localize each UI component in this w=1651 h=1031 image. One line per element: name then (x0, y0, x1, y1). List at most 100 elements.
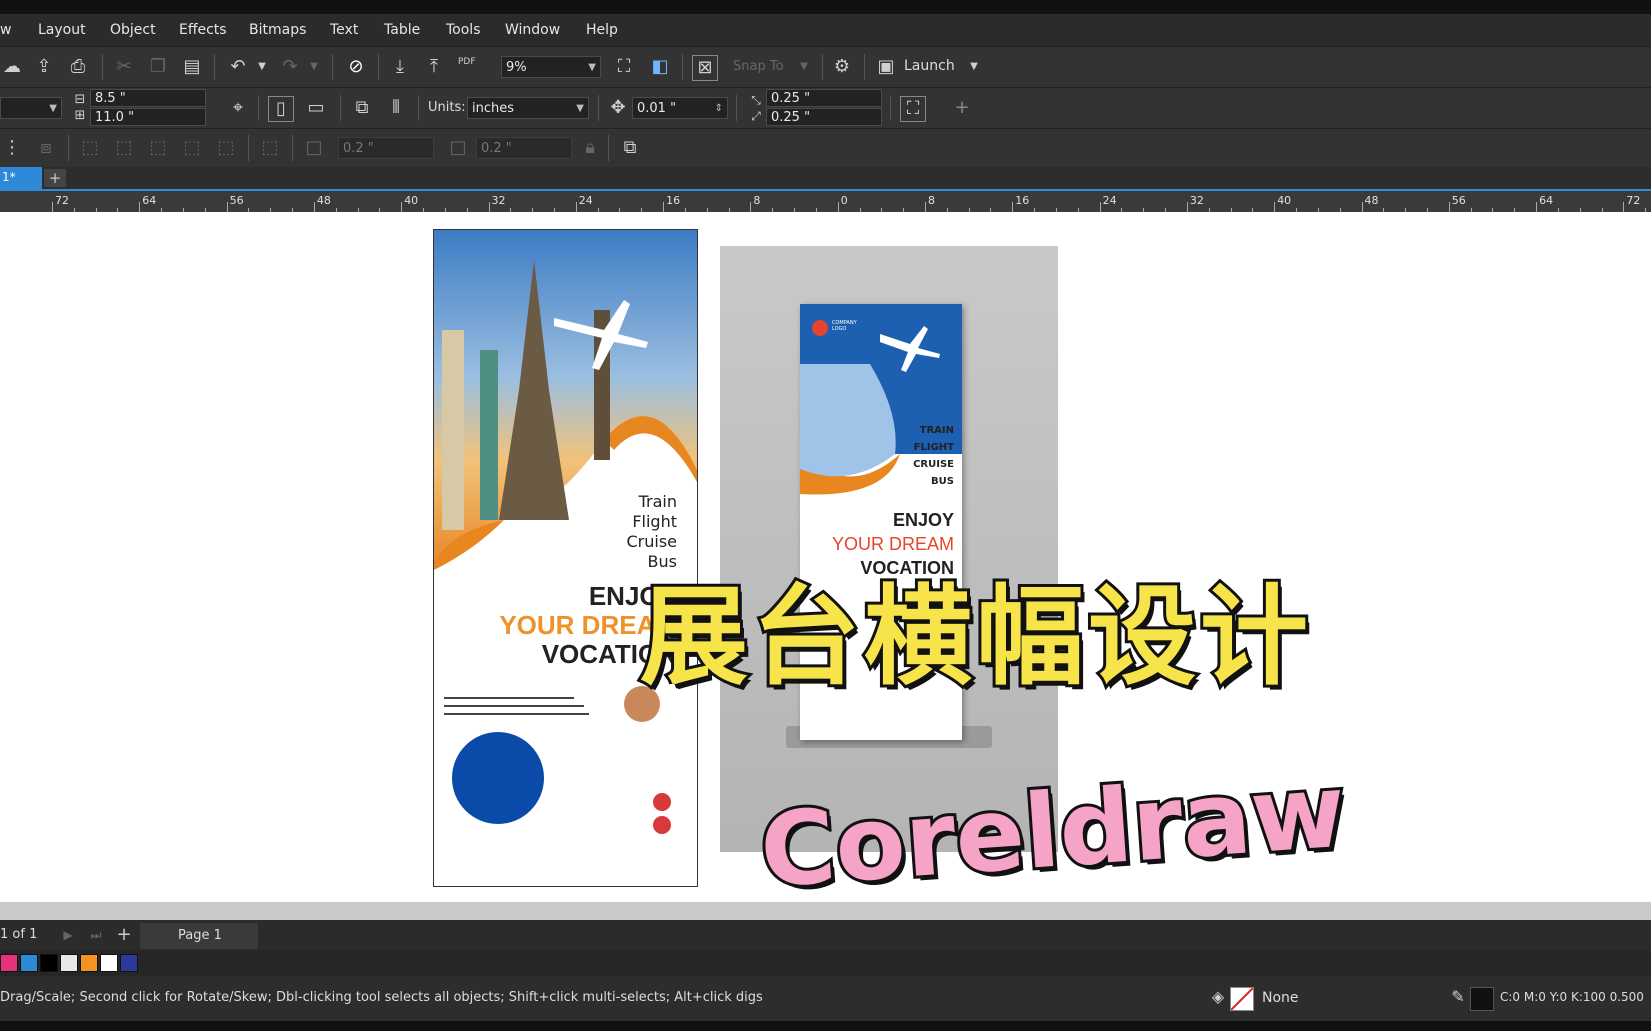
menu-view[interactable]: w (0, 22, 11, 38)
intersect-icon[interactable]: ⬚ (146, 136, 170, 160)
snap-to-dropdown[interactable]: Snap To (733, 59, 784, 74)
separator (68, 135, 69, 161)
corner-radius-field-b[interactable]: 0.2 " (476, 137, 572, 159)
corner-radius-field-a[interactable]: 0.2 " (338, 137, 434, 159)
publish-pdf-icon[interactable]: PDF (458, 57, 476, 67)
menu-tools[interactable]: Tools (446, 22, 481, 38)
window-top-strip (0, 0, 1651, 14)
undo-icon[interactable]: ↶ (226, 55, 250, 79)
ruler-label: 64 (1539, 194, 1554, 207)
pen-outline-icon[interactable]: ✎ (1446, 985, 1470, 1009)
palette-swatch[interactable] (40, 954, 58, 972)
horizontal-ruler[interactable]: 72 64 56 48 40 32 24 16 8 0 8 16 24 32 40 48 56 64 72 (0, 189, 1651, 214)
banner-services-list: TRAIN FLIGHT CRUISE BUS (913, 422, 954, 490)
palette-swatch[interactable] (80, 954, 98, 972)
duplicate-distance-x-field[interactable]: 0.25 " (766, 89, 882, 107)
separator (598, 95, 599, 121)
menu-text[interactable]: Text (330, 22, 358, 38)
corner-icon[interactable]: □ (302, 136, 326, 160)
palette-swatch[interactable] (0, 954, 18, 972)
chevron-down-icon: ▼ (588, 62, 596, 73)
weld-icon[interactable]: ⬚ (78, 136, 102, 160)
banner-headline-enjoy: ENJOY (892, 510, 954, 530)
redo-dropdown-icon[interactable]: ▼ (302, 55, 326, 79)
cloud-upload-icon[interactable]: ⇪ (32, 55, 56, 79)
ruler-label: 40 (404, 194, 419, 207)
ruler-label: 56 (1451, 194, 1466, 207)
zoom-to-page-icon[interactable]: ⛶ (612, 55, 636, 79)
outline-color-swatch[interactable] (1470, 987, 1494, 1011)
cut-icon[interactable]: ✂ (112, 55, 136, 79)
menu-help[interactable]: Help (586, 22, 618, 38)
menu-layout[interactable]: Layout (38, 22, 86, 38)
banner-service-flight: FLIGHT (913, 442, 954, 453)
current-page-icon[interactable]: ⧉ (350, 96, 374, 120)
paste-icon[interactable]: ▤ (180, 55, 204, 79)
palette-swatch[interactable] (60, 954, 78, 972)
launch-button[interactable]: Launch (904, 58, 955, 74)
page-size-dropdown[interactable]: ▼ (0, 97, 62, 119)
edit-object-icon[interactable]: ⧉ (618, 136, 642, 160)
page-height-field[interactable]: 11.0 " (90, 108, 206, 126)
show-rulers-icon[interactable]: ⊠ (692, 55, 718, 81)
separator (292, 135, 293, 161)
document-tab[interactable]: 1* (0, 167, 42, 189)
lock-icon[interactable]: 🔒︎ (578, 136, 602, 160)
align-icon[interactable]: ⬚ (258, 136, 282, 160)
new-tab-plus-icon[interactable]: + (44, 169, 66, 187)
last-page-icon[interactable]: ⏭ (84, 923, 108, 947)
trim-icon[interactable]: ⬚ (112, 136, 136, 160)
palette-swatch[interactable] (100, 954, 118, 972)
duplicate-distance-y-field[interactable]: 0.25 " (766, 108, 882, 126)
export-icon[interactable]: ⤒ (422, 55, 446, 79)
palette-swatch[interactable] (120, 954, 138, 972)
bleed-icon[interactable]: ⫴ (384, 96, 408, 120)
zoom-value: 9% (506, 60, 527, 75)
copy-icon[interactable]: ❐ (146, 55, 170, 79)
nudge-distance-field[interactable]: 0.01 " ⇕ (632, 97, 728, 119)
chevron-down-icon[interactable]: ▼ (792, 55, 816, 79)
front-minus-back-icon[interactable]: ⬚ (214, 136, 238, 160)
menu-window[interactable]: Window (505, 22, 560, 38)
full-screen-preview-icon[interactable]: ◧ (648, 55, 672, 79)
search-content-icon[interactable]: ⊘ (344, 55, 368, 79)
next-page-icon[interactable]: ▶ (56, 923, 80, 947)
horizontal-scrollbar[interactable] (0, 902, 1651, 920)
fill-bucket-icon[interactable]: ◈ (1206, 985, 1230, 1009)
banner-design-page[interactable]: Train Flight Cruise Bus ENJOY YOUR DREAM… (433, 229, 698, 887)
menu-bitmaps[interactable]: Bitmaps (249, 22, 306, 38)
menu-effects[interactable]: Effects (179, 22, 227, 38)
launch-app-icon[interactable]: ▣ (874, 55, 898, 79)
all-pages-icon[interactable]: ⌖ (226, 96, 250, 120)
cloud-download-icon[interactable]: ☁ (0, 55, 24, 79)
grip-handle-icon[interactable]: ⋮ (0, 136, 24, 160)
page-width-field[interactable]: 8.5 " (90, 89, 206, 107)
import-icon[interactable]: ⤓ (388, 55, 412, 79)
portrait-icon[interactable]: ▯ (268, 96, 294, 122)
redo-icon[interactable]: ↷ (278, 55, 302, 79)
ruler-label: 32 (491, 194, 506, 207)
corner-icon[interactable]: □ (446, 136, 470, 160)
add-preset-icon[interactable]: + (950, 96, 974, 120)
fill-none-swatch[interactable] (1230, 987, 1254, 1011)
landscape-icon[interactable]: ▭ (304, 96, 328, 120)
chevron-down-icon[interactable]: ▼ (962, 55, 986, 79)
units-dropdown[interactable]: inches ▼ (467, 97, 589, 119)
add-page-icon[interactable]: + (112, 923, 136, 947)
menu-table[interactable]: Table (384, 22, 420, 38)
zoom-level-field[interactable]: 9% ▼ (501, 56, 601, 78)
print-icon[interactable]: ⎙ (66, 55, 90, 79)
separator (682, 54, 683, 80)
undo-dropdown-icon[interactable]: ▼ (250, 55, 274, 79)
separator (608, 135, 609, 161)
simplify-icon[interactable]: ⬚ (180, 136, 204, 160)
menu-object[interactable]: Object (110, 22, 156, 38)
group-icon[interactable]: ⧈ (34, 136, 58, 160)
standard-toolbar: ☁ ⇪ ⎙ ✂ ❐ ▤ ↶ ▼ ↷ ▼ ⊘ ⤓ ⤒ PDF 9% ▼ ⛶ ◧ ⊠ … (0, 47, 1651, 88)
treat-as-filled-icon[interactable]: ⛶ (900, 96, 926, 122)
nudge-icon: ✥ (610, 97, 626, 118)
page-tab[interactable]: Page 1 (140, 923, 258, 949)
palette-swatch[interactable] (20, 954, 38, 972)
options-gear-icon[interactable]: ⚙ (830, 55, 854, 79)
service-flight: Flight (632, 512, 677, 531)
